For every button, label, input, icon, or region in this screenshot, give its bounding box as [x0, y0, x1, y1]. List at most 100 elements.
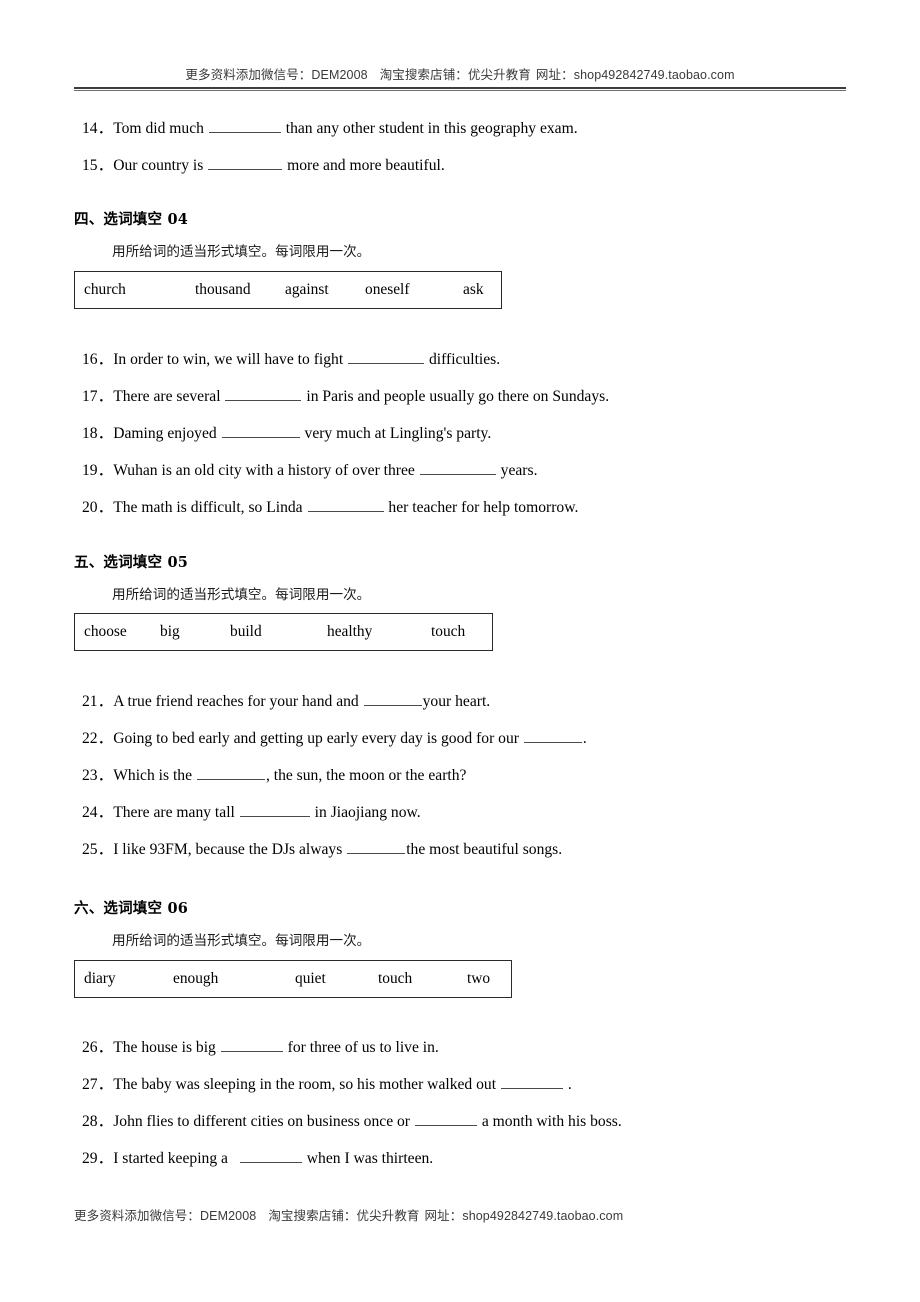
question-item: 15．Our country is more and more beautifu… — [82, 156, 445, 176]
word-bank-item[interactable]: build — [230, 623, 262, 641]
question-text-after: her teacher for help tomorrow. — [388, 499, 579, 516]
header-watermark-shop-label: 淘宝搜索店铺： — [379, 68, 468, 82]
question-number: 16． — [82, 351, 114, 368]
word-bank-item[interactable]: two — [467, 970, 490, 988]
section-heading-04: 四、选词填空 04 — [74, 208, 188, 229]
question-text-before: There are many tall — [113, 804, 235, 821]
question-text-after: in Jiaojiang now. — [314, 804, 421, 821]
worksheet-page: 更多资料添加微信号：DEM2008 淘宝搜索店铺：优尖升教育 网址：shop4928… — [0, 0, 920, 1302]
answer-blank[interactable] — [363, 692, 422, 706]
question-text-before: Wuhan is an old city with a history of o… — [113, 462, 415, 479]
question-text-after: the most beautiful songs. — [406, 841, 563, 858]
footer-watermark-url: shop492842749.taobao.com — [462, 1209, 624, 1223]
word-bank-item[interactable]: touch — [378, 970, 412, 988]
question-text-before: Tom did much — [113, 120, 204, 137]
header-watermark-url-label: 网址： — [535, 68, 574, 82]
section-heading-number: 05 — [167, 554, 189, 571]
question-text-after: years. — [500, 462, 538, 479]
answer-blank[interactable] — [239, 1149, 302, 1163]
question-text-after: more and more beautiful. — [287, 157, 445, 174]
footer-watermark-prefix: 更多资料添加微信号： — [74, 1209, 201, 1223]
section-heading-label: 六、选词填空 — [74, 901, 163, 917]
question-text-after: your heart. — [422, 693, 491, 710]
question-text-after: difficulties. — [428, 351, 501, 368]
question-number: 24． — [82, 804, 114, 821]
question-text-before: I like 93FM, because the DJs always — [113, 841, 343, 858]
header-watermark-wechat-id: DEM2008 — [311, 68, 368, 82]
section-heading-label: 四、选词填空 — [74, 212, 163, 228]
question-text-after: in Paris and people usually go there on … — [306, 388, 610, 405]
question-number: 25． — [82, 841, 114, 858]
footer-watermark-wechat-id: DEM2008 — [200, 1209, 257, 1223]
answer-blank[interactable] — [225, 387, 302, 401]
header-watermark-shop-name: 优尖升教育 — [467, 68, 531, 82]
question-item: 20．The math is difficult, so Linda her t… — [82, 498, 578, 518]
question-number: 17． — [82, 388, 114, 405]
section-heading-05: 五、选词填空 05 — [74, 551, 188, 572]
question-text-before: Daming enjoyed — [113, 425, 217, 442]
question-text-before: I started keeping a — [113, 1150, 228, 1167]
header-watermark-url: shop492842749.taobao.com — [573, 68, 735, 82]
question-number: 22． — [82, 730, 114, 747]
word-bank-item[interactable]: choose — [84, 623, 127, 641]
answer-blank[interactable] — [208, 156, 283, 170]
question-item: 21．A true friend reaches for your hand a… — [82, 692, 490, 712]
question-item: 27．The baby was sleeping in the room, so… — [82, 1075, 572, 1095]
question-number: 20． — [82, 499, 114, 516]
question-text-after: a month with his boss. — [481, 1113, 622, 1130]
answer-blank[interactable] — [500, 1075, 563, 1089]
question-text-before: Our country is — [113, 157, 204, 174]
answer-blank[interactable] — [347, 840, 406, 854]
question-item: 23．Which is the , the sun, the moon or t… — [82, 766, 466, 786]
section-heading-label: 五、选词填空 — [74, 555, 163, 571]
word-bank-item[interactable]: ask — [463, 281, 484, 299]
question-number: 28． — [82, 1113, 114, 1130]
word-bank-item[interactable]: church — [84, 281, 126, 299]
question-item: 28．John flies to different cities on bus… — [82, 1112, 622, 1132]
word-bank-item[interactable]: oneself — [365, 281, 409, 299]
word-bank-item[interactable]: thousand — [195, 281, 251, 299]
question-item: 19．Wuhan is an old city with a history o… — [82, 461, 537, 481]
word-bank-item[interactable]: diary — [84, 970, 116, 988]
question-item: 17．There are several in Paris and people… — [82, 387, 609, 407]
question-item: 26．The house is big for three of us to l… — [82, 1038, 439, 1058]
section-instruction-04: 用所给词的适当形式填空。每词限用一次。 — [112, 244, 371, 260]
question-number: 26． — [82, 1039, 114, 1056]
question-number: 27． — [82, 1076, 114, 1093]
section-instruction-05: 用所给词的适当形式填空。每词限用一次。 — [112, 587, 371, 603]
question-item: 18．Daming enjoyed very much at Lingling'… — [82, 424, 491, 444]
section-heading-number: 04 — [167, 211, 189, 228]
answer-blank[interactable] — [239, 803, 310, 817]
word-bank-item[interactable]: quiet — [295, 970, 326, 988]
question-text-after: , the sun, the moon or the earth? — [265, 767, 467, 784]
question-item: 29．I started keeping a when I was thirte… — [82, 1149, 433, 1169]
footer-watermark-url-label: 网址： — [424, 1209, 463, 1223]
answer-blank[interactable] — [208, 119, 281, 133]
word-bank-item[interactable]: enough — [173, 970, 218, 988]
footer-watermark: 更多资料添加微信号：DEM2008 淘宝搜索店铺：优尖升教育 网址：shop4928… — [74, 1205, 846, 1224]
question-text-before: The baby was sleeping in the room, so hi… — [113, 1076, 497, 1093]
question-text-after: than any other student in this geography… — [285, 120, 578, 137]
question-text-after: very much at Lingling's party. — [304, 425, 492, 442]
footer-watermark-shop-label: 淘宝搜索店铺： — [268, 1209, 357, 1223]
word-bank-item[interactable]: big — [160, 623, 180, 641]
answer-blank[interactable] — [523, 729, 582, 743]
answer-blank[interactable] — [307, 498, 384, 512]
question-number: 18． — [82, 425, 114, 442]
word-bank-06: diary enough quiet touch two — [74, 960, 512, 998]
answer-blank[interactable] — [419, 461, 496, 475]
answer-blank[interactable] — [348, 350, 425, 364]
question-text-before: The math is difficult, so Linda — [113, 499, 303, 516]
question-text-after: when I was thirteen. — [306, 1150, 434, 1167]
answer-blank[interactable] — [414, 1112, 477, 1126]
word-bank-item[interactable]: touch — [431, 623, 465, 641]
section-heading-06: 六、选词填空 06 — [74, 897, 188, 918]
word-bank-item[interactable]: against — [285, 281, 329, 299]
answer-blank[interactable] — [221, 424, 300, 438]
answer-blank[interactable] — [196, 766, 265, 780]
question-number: 21． — [82, 693, 114, 710]
question-number: 29． — [82, 1150, 114, 1167]
answer-blank[interactable] — [220, 1038, 283, 1052]
word-bank-item[interactable]: healthy — [327, 623, 372, 641]
word-bank-04: church thousand against oneself ask — [74, 271, 502, 309]
